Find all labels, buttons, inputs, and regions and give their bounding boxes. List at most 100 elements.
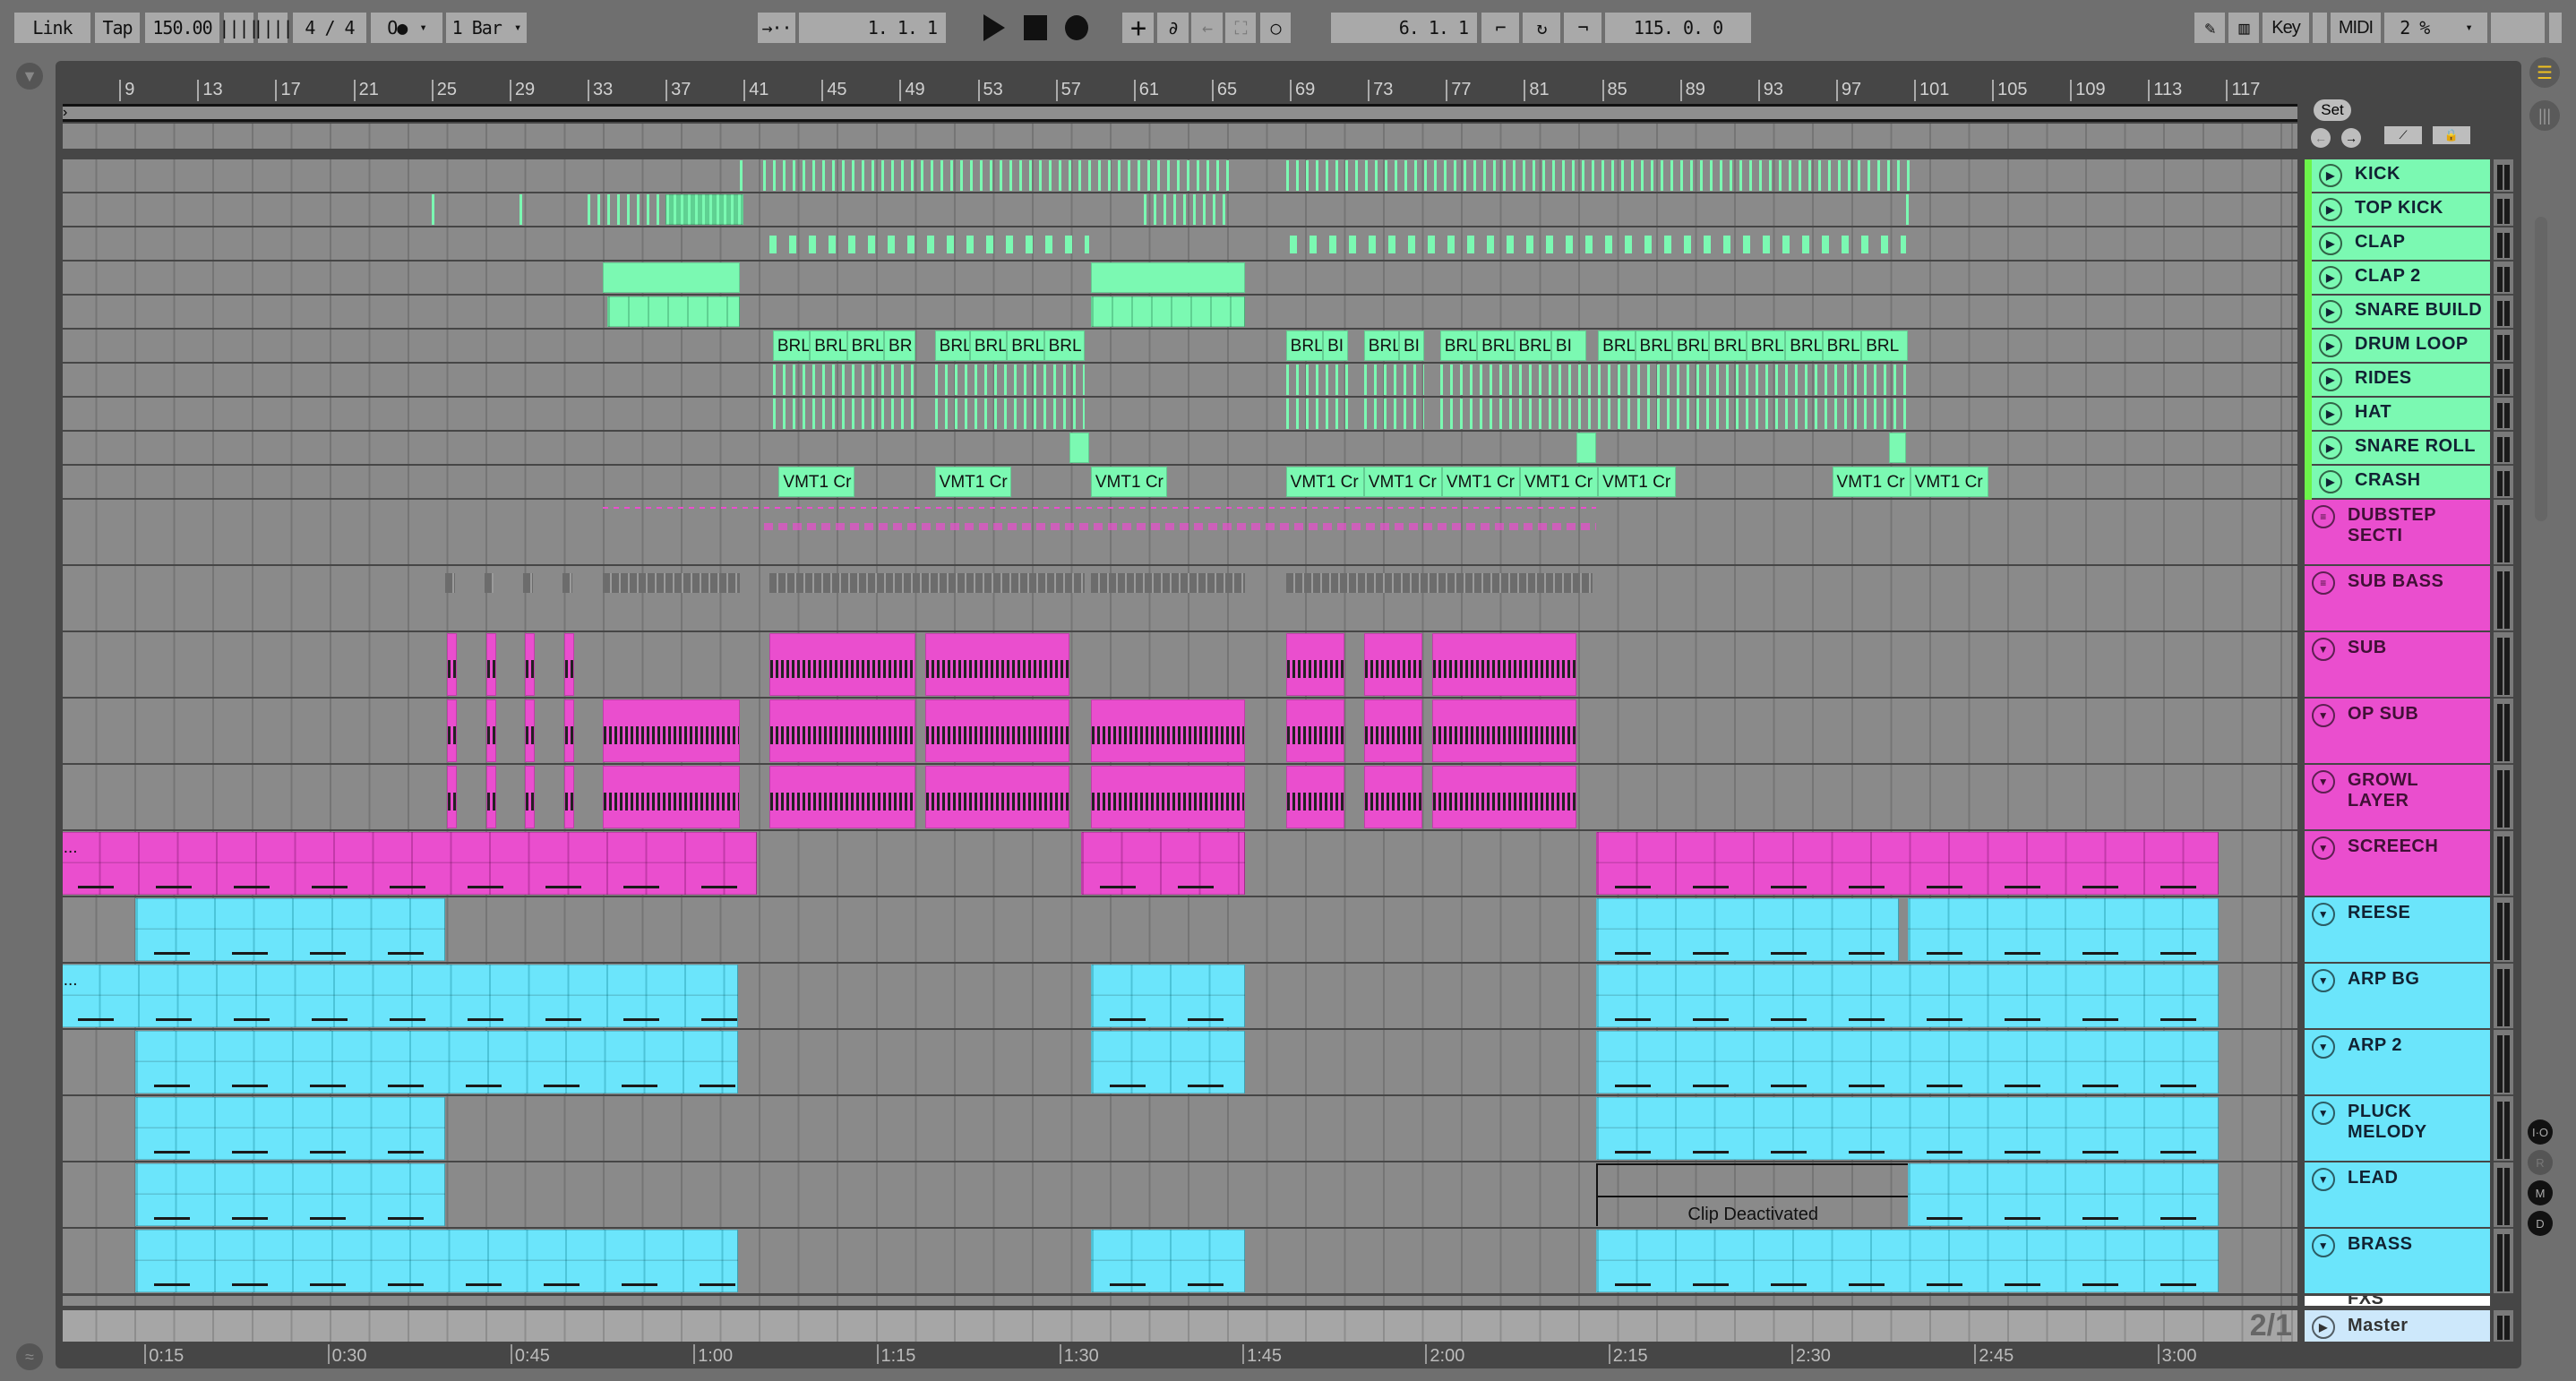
clip[interactable]	[924, 633, 1069, 696]
clip[interactable]	[1285, 573, 1593, 593]
play-icon[interactable]: ▶	[2319, 470, 2342, 493]
track-header-clap[interactable]: ▶ CLAP	[2312, 227, 2490, 260]
clip[interactable]	[934, 365, 1086, 395]
clip[interactable]	[485, 699, 496, 762]
clip[interactable]	[1363, 399, 1425, 429]
track-header-lead[interactable]: ▼ LEAD	[2305, 1162, 2490, 1227]
metronome-button[interactable]: O● ▾	[371, 13, 442, 43]
clip[interactable]: BRL	[1514, 330, 1551, 361]
track-header-brass[interactable]: ▼ BRASS	[2305, 1229, 2490, 1293]
clip[interactable]: BRL	[1477, 330, 1515, 361]
play-icon[interactable]: ▶	[2319, 402, 2342, 425]
clip[interactable]	[769, 633, 915, 696]
side-button-m[interactable]: M	[2528, 1180, 2553, 1205]
side-button-io[interactable]: I·O	[2528, 1119, 2553, 1145]
clip[interactable]: BRL	[1785, 330, 1823, 361]
clip[interactable]	[1090, 766, 1245, 828]
fold-icon[interactable]: ▼	[2312, 969, 2335, 992]
clip[interactable]	[769, 766, 915, 828]
fold-icon[interactable]: ▼	[2312, 1102, 2335, 1125]
track-header-crash[interactable]: ▶ CRASH	[2312, 466, 2490, 498]
clip[interactable]	[485, 633, 496, 696]
draw-mode-button[interactable]: ✎	[2194, 13, 2225, 43]
clip[interactable]: VMT1 Cr	[1520, 467, 1599, 497]
stop-button[interactable]	[1022, 13, 1049, 43]
clip[interactable]	[1363, 766, 1423, 828]
clip[interactable]	[606, 296, 740, 327]
track-lane[interactable]	[63, 897, 2297, 962]
clip[interactable]: BRL	[1439, 330, 1478, 361]
clip[interactable]: BRL	[1635, 330, 1672, 361]
clip[interactable]	[1090, 1031, 1245, 1094]
track-header-screech[interactable]: ▼ SCREECH	[2305, 831, 2490, 896]
clip[interactable]: BRL	[1746, 330, 1786, 361]
track-header-growl-layer[interactable]: ▼ GROWL LAYER	[2305, 765, 2490, 829]
clip[interactable]	[924, 699, 1069, 762]
clip[interactable]	[1432, 699, 1577, 762]
side-button-r[interactable]: R	[2528, 1150, 2553, 1175]
midi-map-button[interactable]: MIDI	[2331, 13, 2381, 43]
clip[interactable]	[1595, 1230, 2219, 1292]
clip[interactable]	[1598, 399, 1909, 429]
clip[interactable]	[1080, 832, 1245, 895]
clip[interactable]	[1908, 898, 2219, 961]
fxs-lane[interactable]	[63, 1296, 2297, 1306]
track-header-arp-bg[interactable]: ▼ ARP BG	[2305, 964, 2490, 1028]
clip[interactable]: Clip Deactivated	[1595, 1163, 1909, 1226]
clip[interactable]	[447, 766, 458, 828]
clip[interactable]	[1576, 433, 1596, 463]
clip[interactable]	[587, 194, 666, 225]
clip[interactable]	[484, 573, 494, 593]
clip[interactable]	[523, 573, 533, 593]
clip[interactable]	[603, 699, 740, 762]
loop-length-field[interactable]: 115. 0. 0	[1605, 13, 1751, 43]
track-header-pluck-melody[interactable]: ▼ PLUCK MELODY	[2305, 1096, 2490, 1161]
play-icon[interactable]: ▶	[2319, 334, 2342, 357]
clip[interactable]: BR	[884, 330, 915, 361]
clip[interactable]	[1285, 365, 1349, 395]
clip[interactable]: VMT1 Cr	[1363, 467, 1442, 497]
track-lane[interactable]: ...	[63, 964, 2297, 1028]
clip[interactable]: BRL	[1007, 330, 1044, 361]
track-header-dubstep-secti[interactable]: ≡ DUBSTEP SECTI	[2305, 500, 2490, 564]
clip[interactable]	[772, 365, 915, 395]
clip[interactable]	[563, 766, 574, 828]
track-lane[interactable]: VMT1 Cr VMT1 Cr VMT1 Cr VMT1 Cr VMT1 Cr VMT1 …	[63, 466, 2297, 498]
clip[interactable]	[563, 699, 574, 762]
clip[interactable]	[1285, 766, 1344, 828]
fold-icon[interactable]: ▼	[2312, 638, 2335, 661]
clip[interactable]	[1432, 766, 1577, 828]
clip[interactable]	[1285, 399, 1349, 429]
track-lane[interactable]: BRL BRL BRL BR BRL BRL BRL BRL BRL BI BRL BI BRL BRL B…	[63, 330, 2297, 362]
vertical-scrollbar[interactable]	[2535, 217, 2547, 521]
time-ruler[interactable]: 0:15 0:30 0:45 1:00 1:15 1:30 1:45 2:00 2:15 2:30…	[63, 1342, 2297, 1368]
clip[interactable]	[134, 1097, 445, 1160]
track-lane[interactable]	[63, 159, 2297, 192]
clip[interactable]	[1363, 365, 1425, 395]
back-to-arrangement-button[interactable]: ←	[1191, 13, 1223, 43]
play-icon[interactable]: ▶	[2319, 300, 2342, 323]
follow-button[interactable]: →··	[758, 13, 795, 43]
clip[interactable]	[1432, 633, 1577, 696]
clip[interactable]	[1285, 160, 1914, 191]
track-lane[interactable]	[63, 500, 2297, 564]
key-map-button[interactable]: Key	[2263, 13, 2309, 43]
group-icon[interactable]: ≡	[2312, 571, 2335, 595]
clip[interactable]: BI	[1399, 330, 1425, 361]
track-header-top-kick[interactable]: ▶ TOP KICK	[2312, 193, 2490, 226]
fold-icon[interactable]: ▼	[2312, 1035, 2335, 1059]
fold-icon[interactable]: ▼	[2312, 1234, 2335, 1257]
clip[interactable]	[447, 699, 458, 762]
clip[interactable]	[134, 1163, 445, 1226]
clip[interactable]	[134, 1230, 738, 1292]
clip[interactable]	[525, 633, 536, 696]
loop-start-field[interactable]: 6. 1. 1	[1331, 13, 1477, 43]
clip[interactable]	[134, 1031, 738, 1094]
groove-pool-icon[interactable]: ≈	[16, 1343, 43, 1370]
clip[interactable]: VMT1 Cr	[1285, 467, 1364, 497]
clip[interactable]	[1363, 699, 1423, 762]
track-header-snare-roll[interactable]: ▶ SNARE ROLL	[2312, 432, 2490, 464]
clip[interactable]: BI	[1323, 330, 1349, 361]
clip[interactable]	[924, 766, 1069, 828]
track-lane[interactable]	[63, 193, 2297, 226]
